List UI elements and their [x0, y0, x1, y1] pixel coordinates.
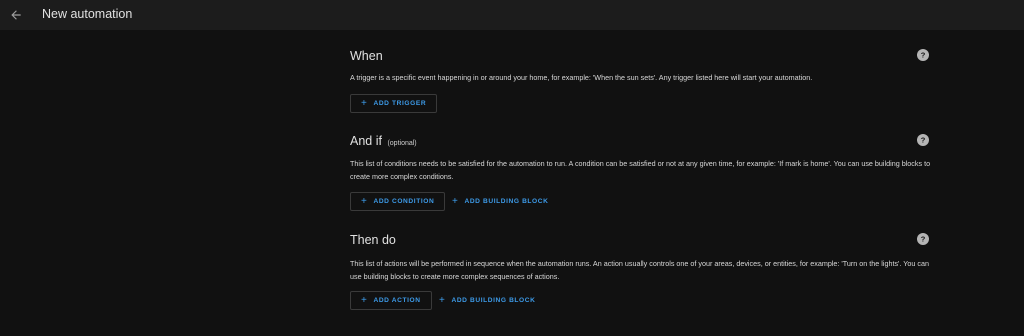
- help-circle-icon[interactable]: ?: [917, 233, 929, 245]
- add-building-block-label: ADD BUILDING BLOCK: [464, 198, 549, 205]
- section-title-and-if-text: And if: [350, 134, 382, 148]
- section-title-then-do: Then do: [350, 233, 396, 247]
- arrow-left-icon: [11, 10, 21, 20]
- add-trigger-button[interactable]: + ADD TRIGGER: [350, 94, 438, 113]
- add-action-label: ADD ACTION: [373, 297, 421, 304]
- add-building-block-button[interactable]: + ADD BUILDING BLOCK: [439, 291, 536, 310]
- add-condition-label: ADD CONDITION: [373, 198, 435, 205]
- section-description-when: A trigger is a specific event happening …: [350, 73, 813, 82]
- svg-text:?: ?: [921, 136, 926, 145]
- plus-icon: +: [361, 195, 368, 207]
- svg-text:?: ?: [921, 51, 926, 60]
- add-condition-button[interactable]: + ADD CONDITION: [350, 192, 446, 211]
- section-title-and-if: And if (optional): [350, 134, 417, 148]
- top-app-bar: New automation: [0, 0, 1024, 30]
- plus-icon: +: [439, 294, 446, 306]
- add-building-block-label: ADD BUILDING BLOCK: [451, 297, 536, 304]
- back-button[interactable]: [6, 5, 26, 25]
- help-circle-icon[interactable]: ?: [917, 49, 929, 61]
- add-building-block-button[interactable]: + ADD BUILDING BLOCK: [452, 192, 549, 211]
- section-description-and-if: This list of conditions needs to be sati…: [350, 159, 931, 181]
- plus-icon: +: [452, 195, 459, 207]
- add-trigger-label: ADD TRIGGER: [373, 100, 427, 107]
- optional-label: (optional): [387, 140, 417, 147]
- add-action-button[interactable]: + ADD ACTION: [350, 291, 432, 310]
- svg-text:?: ?: [921, 235, 926, 244]
- plus-icon: +: [361, 97, 368, 109]
- section-title-when: When: [350, 49, 383, 63]
- section-description-then-do: This list of actions will be performed i…: [350, 259, 929, 281]
- page-title: New automation: [42, 7, 133, 21]
- plus-icon: +: [361, 294, 368, 306]
- help-circle-icon[interactable]: ?: [917, 134, 929, 146]
